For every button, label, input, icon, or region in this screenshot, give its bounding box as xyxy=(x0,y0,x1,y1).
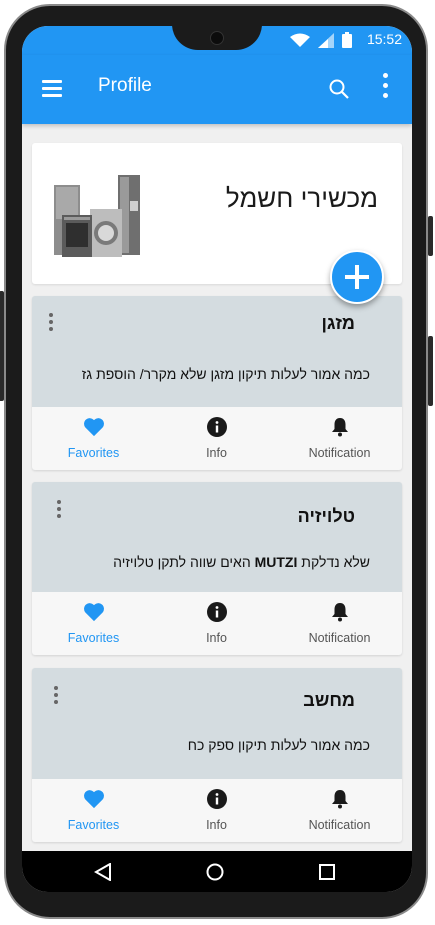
card-text: כמה אמור לעלות תיקון ספק כח xyxy=(187,737,370,753)
notification-button[interactable]: Notification xyxy=(278,592,401,655)
info-button[interactable]: Info xyxy=(155,407,278,470)
card-more-icon[interactable] xyxy=(49,313,54,334)
favorites-button[interactable]: Favorites xyxy=(32,779,155,842)
card-more-icon[interactable] xyxy=(54,686,59,707)
favorites-label: Favorites xyxy=(67,818,120,832)
info-button[interactable]: Info xyxy=(155,779,278,842)
card-more-icon[interactable] xyxy=(57,500,62,521)
list-item[interactable]: טלויזיה שלא נדלקת MUTZI האים שווה לתקן ט… xyxy=(32,482,402,655)
front-camera xyxy=(210,31,224,45)
page-title: Profile xyxy=(98,75,152,96)
notification-button[interactable]: Notification xyxy=(278,779,401,842)
power-button xyxy=(428,216,433,256)
card-title: מחשב xyxy=(303,690,355,710)
system-nav-bar xyxy=(22,851,412,892)
card-actions: Favorites Info Notification xyxy=(32,592,402,655)
card-text: כמה אמור לעלות תיקון מזגן שלא מקרר/ הוספ… xyxy=(81,366,370,382)
card-text: שלא נדלקת MUTZI האים שווה לתקן טלויזיה xyxy=(113,554,370,570)
info-label: Info xyxy=(206,818,227,832)
home-appliances-image xyxy=(48,171,142,261)
search-icon[interactable] xyxy=(329,79,349,99)
heart-icon xyxy=(83,603,104,622)
info-icon xyxy=(206,417,227,437)
favorites-label: Favorites xyxy=(67,446,120,460)
notification-label: Notification xyxy=(308,818,371,832)
add-fab-button[interactable] xyxy=(330,250,384,304)
wifi-icon xyxy=(290,33,310,47)
notification-label: Notification xyxy=(308,446,371,460)
info-icon xyxy=(206,602,227,622)
card-actions: Favorites Info Notification xyxy=(32,407,402,470)
recents-icon[interactable] xyxy=(318,863,336,881)
list-item[interactable]: מחשב כמה אמור לעלות תיקון ספק כח Favorit… xyxy=(32,668,402,842)
heart-icon xyxy=(83,790,104,809)
card-text-bold: MUTZI xyxy=(254,554,298,570)
favorites-button[interactable]: Favorites xyxy=(32,407,155,470)
volume-button xyxy=(428,336,433,406)
signal-icon xyxy=(318,32,334,48)
info-icon xyxy=(206,789,227,809)
info-button[interactable]: Info xyxy=(155,592,278,655)
card-actions: Favorites Info Notification xyxy=(32,779,402,842)
bell-icon xyxy=(331,790,348,809)
card-title: טלויזיה xyxy=(297,506,355,526)
card-text-part: שלא נדלקת xyxy=(297,554,370,570)
status-time: 15:52 xyxy=(366,31,402,47)
notification-label: Notification xyxy=(308,631,371,645)
battery-icon xyxy=(342,32,352,48)
card-title: מזגן xyxy=(321,313,355,333)
favorites-button[interactable]: Favorites xyxy=(32,592,155,655)
info-label: Info xyxy=(206,446,227,460)
home-icon[interactable] xyxy=(206,863,224,881)
heart-icon xyxy=(83,418,104,437)
status-icons xyxy=(290,32,352,48)
back-icon[interactable] xyxy=(94,863,112,881)
app-bar: Profile xyxy=(22,55,412,124)
left-side-button xyxy=(0,291,4,401)
more-vert-icon[interactable] xyxy=(383,73,389,103)
info-label: Info xyxy=(206,631,227,645)
notification-button[interactable]: Notification xyxy=(278,407,401,470)
bell-icon xyxy=(331,418,348,437)
list-item[interactable]: מזגן כמה אמור לעלות תיקון מזגן שלא מקרר/… xyxy=(32,296,402,470)
screen: 15:52 Profile מכשירי חשמל מזגן כמה אמור xyxy=(22,26,412,892)
card-text-part: האים שווה לתקן טלויזיה xyxy=(113,554,255,570)
favorites-label: Favorites xyxy=(67,631,120,645)
hamburger-icon[interactable] xyxy=(42,80,62,97)
header-title: מכשירי חשמל xyxy=(225,183,378,213)
bell-icon xyxy=(331,603,348,622)
